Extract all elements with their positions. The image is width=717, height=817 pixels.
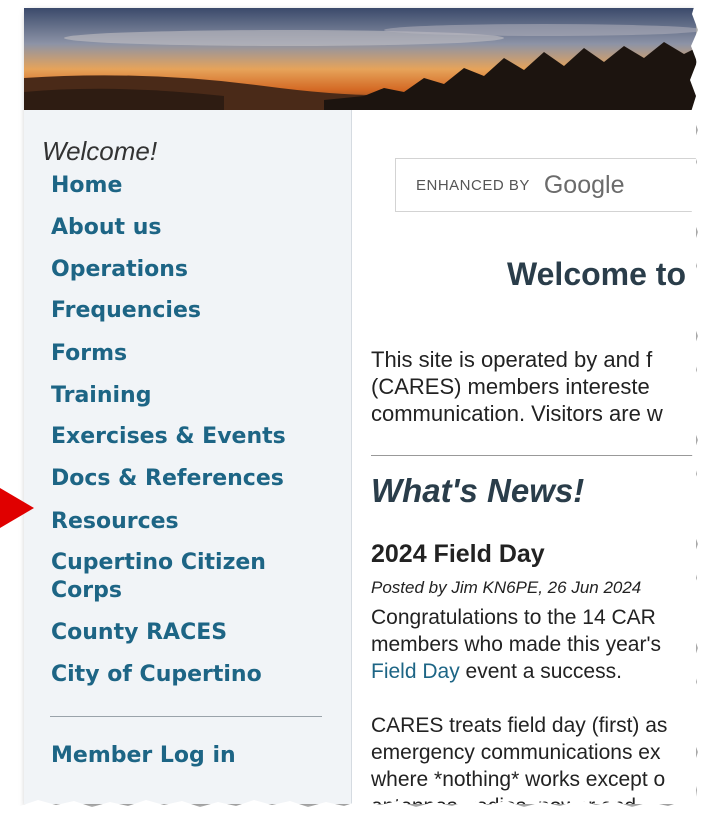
sunset-banner-image (24, 8, 696, 110)
sidebar-item-cupertino-citizen-corps[interactable]: Cupertino Citizen Corps (51, 549, 301, 605)
post-body-second-paragraph: CARES treats field day (first) as emerge… (371, 712, 696, 804)
red-arrow-icon (0, 488, 34, 528)
sidebar-item-county-races[interactable]: County RACES (51, 619, 341, 647)
sidebar-item-forms[interactable]: Forms (51, 340, 341, 368)
sidebar-item-city-of-cupertino[interactable]: City of Cupertino (51, 661, 341, 689)
sidebar-item-training[interactable]: Training (51, 382, 341, 410)
sidebar-welcome-heading: Welcome! (42, 136, 158, 166)
post-title: 2024 Field Day (371, 540, 545, 568)
post-line: Field Day event a success. (371, 658, 696, 685)
post-line-rest: event a success. (459, 660, 622, 683)
page-title: Welcome to (507, 256, 686, 292)
post-line: emergency communications ex (371, 741, 661, 764)
field-day-link[interactable]: Field Day (371, 660, 460, 683)
google-logo-text: Google (543, 170, 625, 199)
sidebar-divider (50, 716, 322, 717)
google-search-input[interactable]: ENHANCED BY Google (395, 158, 696, 212)
intro-paragraph: This site is operated by and f (CARES) m… (371, 346, 696, 427)
sidebar-item-resources[interactable]: Resources (51, 508, 341, 536)
content-divider (371, 455, 696, 456)
sidebar-item-home[interactable]: Home (51, 172, 341, 200)
intro-line: communication. Visitors are w (371, 401, 663, 426)
intro-line: (CARES) members intereste (371, 374, 650, 399)
enhanced-by-label: ENHANCED BY (416, 176, 530, 194)
torn-paper-right-edge (690, 0, 717, 817)
main-content: ENHANCED BY Google Welcome to This site … (353, 110, 696, 804)
sidebar-item-operations[interactable]: Operations (51, 256, 341, 284)
member-login-link[interactable]: Member Log in (51, 742, 341, 770)
post-line: Congratulations to the 14 CAR (371, 606, 656, 629)
post-meta: Posted by Jim KN6PE, 26 Jun 2024 (371, 578, 642, 597)
intro-line: This site is operated by and f (371, 347, 653, 372)
torn-paper-page: Welcome! Home About us Operations Freque… (24, 8, 696, 804)
torn-paper-bottom-edge (0, 800, 717, 817)
post-line: where *nothing* works except o (371, 768, 666, 791)
sidebar-item-exercises-events[interactable]: Exercises & Events (51, 423, 341, 451)
sidebar: Welcome! Home About us Operations Freque… (24, 110, 352, 804)
sidebar-item-frequencies[interactable]: Frequencies (51, 297, 341, 325)
sidebar-item-about-us[interactable]: About us (51, 214, 341, 242)
post-body: Congratulations to the 14 CAR members wh… (371, 604, 696, 685)
sidebar-item-docs-references[interactable]: Docs & References (51, 465, 341, 493)
post-line: CARES treats field day (first) as (371, 714, 668, 737)
post-line: members who made this year's (371, 633, 661, 656)
news-heading: What's News! (371, 472, 585, 509)
